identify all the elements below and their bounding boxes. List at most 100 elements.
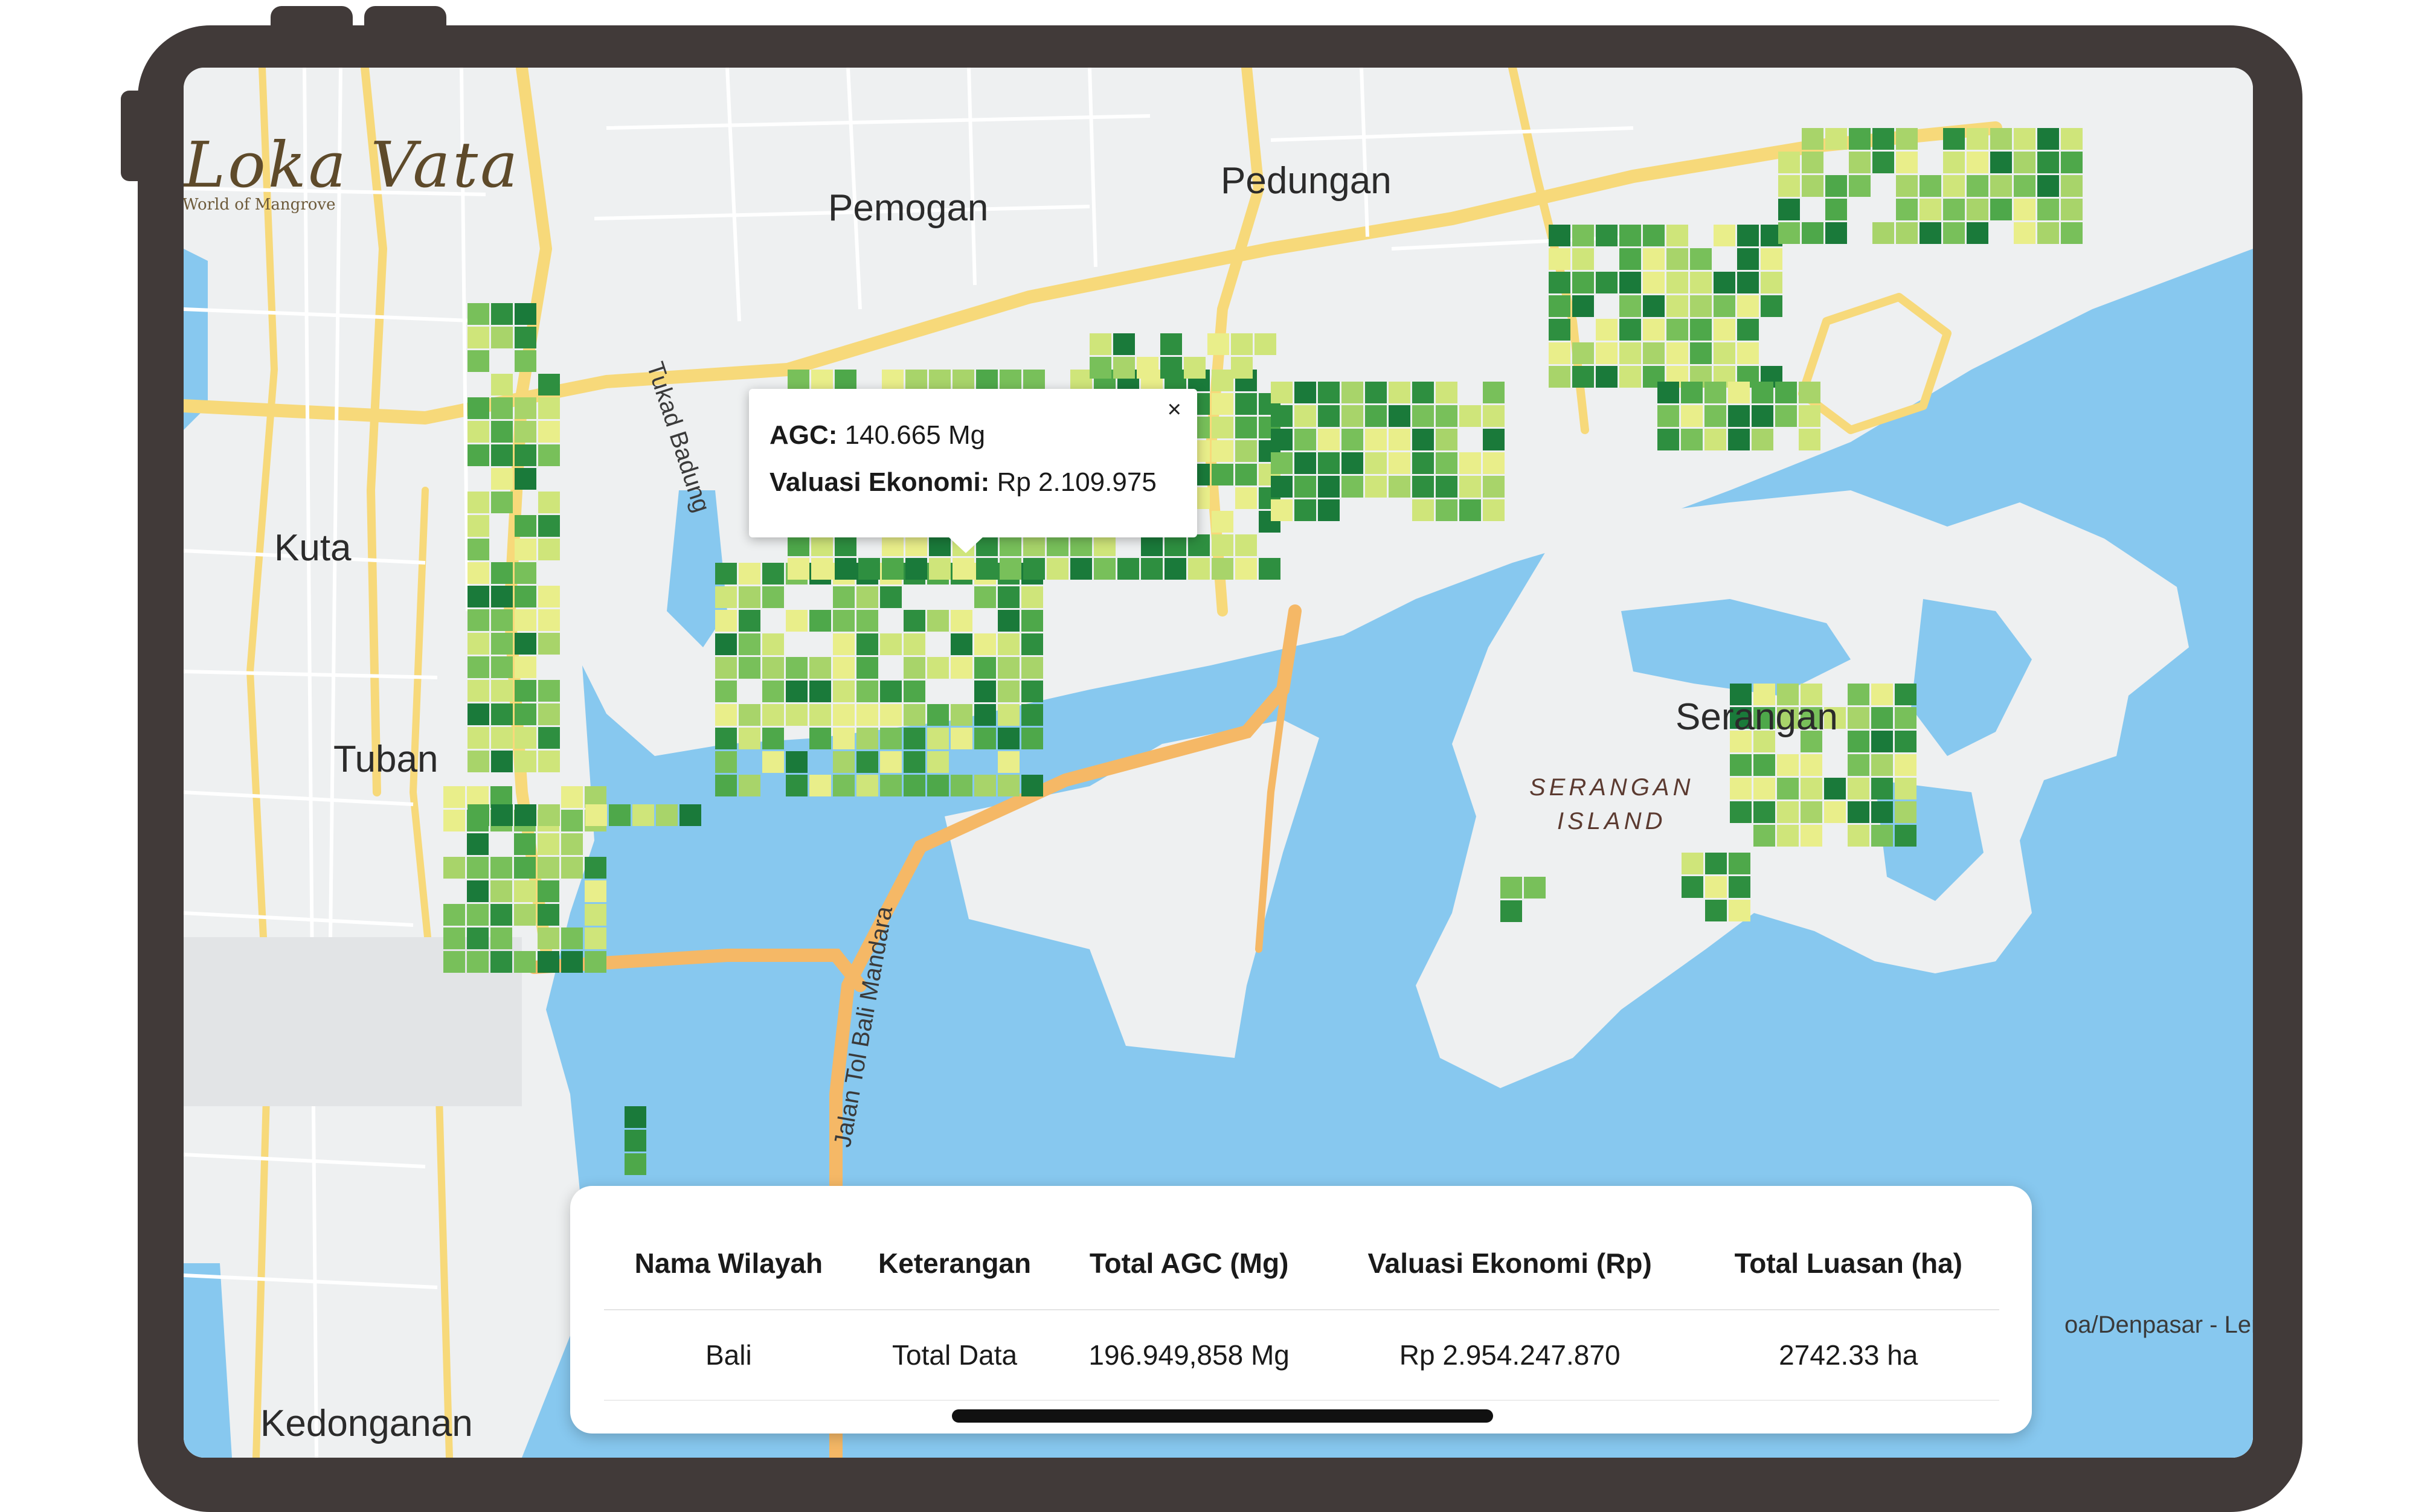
- grid-cell[interactable]: [1389, 382, 1410, 403]
- grid-cell[interactable]: [788, 370, 809, 391]
- grid-cell[interactable]: [809, 704, 831, 726]
- grid-cell[interactable]: [515, 633, 536, 655]
- grid-cell[interactable]: [1341, 429, 1363, 450]
- grid-cell[interactable]: [491, 327, 513, 348]
- grid-cell[interactable]: [1778, 199, 1800, 220]
- grid-cell[interactable]: [443, 951, 465, 973]
- grid-cell[interactable]: [514, 833, 536, 855]
- grid-cell[interactable]: [1341, 476, 1363, 498]
- grid-cell[interactable]: [904, 657, 925, 679]
- grid-cell[interactable]: [951, 633, 972, 655]
- grid-cell[interactable]: [1871, 754, 1893, 776]
- grid-cell[interactable]: [880, 728, 902, 749]
- grid-cell[interactable]: [491, 727, 513, 749]
- grid-cell[interactable]: [1524, 877, 1546, 899]
- grid-cell[interactable]: [1436, 499, 1457, 521]
- grid-cell[interactable]: [538, 397, 560, 419]
- grid-cell[interactable]: [515, 444, 536, 466]
- grid-cell[interactable]: [1848, 778, 1869, 799]
- grid-cell[interactable]: [1666, 272, 1688, 293]
- grid-cell[interactable]: [515, 515, 536, 537]
- grid-cell[interactable]: [2014, 199, 2035, 220]
- grid-cell[interactable]: [467, 857, 489, 879]
- grid-cell[interactable]: [1212, 464, 1233, 485]
- grid-cell[interactable]: [2037, 222, 2059, 244]
- grid-cell[interactable]: [561, 857, 583, 879]
- grid-cell[interactable]: [491, 586, 513, 607]
- grid-cell[interactable]: [904, 610, 925, 632]
- grid-cell[interactable]: [1294, 452, 1316, 474]
- grid-cell[interactable]: [762, 704, 784, 726]
- grid-cell[interactable]: [833, 728, 855, 749]
- grid-cell[interactable]: [1666, 295, 1688, 317]
- grid-cell[interactable]: [1294, 429, 1316, 450]
- grid-cell[interactable]: [1021, 657, 1043, 679]
- grid-cell[interactable]: [1572, 225, 1594, 246]
- grid-cell[interactable]: [1165, 534, 1186, 556]
- grid-cell[interactable]: [1619, 272, 1641, 293]
- grid-cell[interactable]: [538, 751, 560, 772]
- grid-cell[interactable]: [809, 775, 831, 796]
- grid-cell[interactable]: [951, 657, 972, 679]
- grid-cell[interactable]: [1666, 225, 1688, 246]
- grid-cell[interactable]: [715, 751, 737, 773]
- grid-cell[interactable]: [467, 421, 489, 443]
- grid-cell[interactable]: [1714, 272, 1735, 293]
- grid-cell[interactable]: [1825, 199, 1847, 220]
- grid-cell[interactable]: [467, 327, 489, 348]
- grid-cell[interactable]: [998, 728, 1020, 749]
- grid-cell[interactable]: [1728, 382, 1750, 403]
- grid-cell[interactable]: [762, 681, 784, 702]
- grid-cell[interactable]: [1500, 900, 1522, 922]
- grid-cell[interactable]: [2061, 175, 2083, 197]
- grid-cell[interactable]: [998, 633, 1020, 655]
- grid-cell[interactable]: [467, 350, 489, 372]
- grid-cell[interactable]: [1990, 175, 2012, 197]
- grid-cell[interactable]: [1235, 464, 1257, 485]
- grid-cell[interactable]: [880, 751, 902, 773]
- grid-cell[interactable]: [1255, 333, 1276, 355]
- grid-cell[interactable]: [2014, 128, 2035, 150]
- grid-cell[interactable]: [1070, 534, 1092, 556]
- grid-cell[interactable]: [1895, 684, 1916, 705]
- grid-cell[interactable]: [467, 751, 489, 772]
- grid-cell[interactable]: [1967, 152, 1988, 173]
- grid-cell[interactable]: [856, 586, 878, 608]
- grid-cell[interactable]: [1895, 754, 1916, 776]
- grid-cell[interactable]: [538, 444, 560, 466]
- grid-cell[interactable]: [538, 515, 560, 537]
- grid-cell[interactable]: [491, 703, 513, 725]
- grid-cell[interactable]: [809, 610, 831, 632]
- grid-cell[interactable]: [1895, 731, 1916, 752]
- grid-cell[interactable]: [1412, 499, 1434, 521]
- grid-cell[interactable]: [1705, 876, 1727, 898]
- grid-cell[interactable]: [1021, 704, 1043, 726]
- table-row[interactable]: Bali Total Data 196.949,858 Mg Rp 2.954.…: [604, 1310, 1999, 1401]
- grid-cell[interactable]: [1619, 295, 1641, 317]
- grid-cell[interactable]: [538, 421, 560, 443]
- grid-cell[interactable]: [1094, 558, 1116, 580]
- grid-cell[interactable]: [739, 704, 760, 726]
- grid-cell[interactable]: [856, 751, 878, 773]
- grid-cell[interactable]: [715, 657, 737, 679]
- grid-cell[interactable]: [880, 633, 902, 655]
- grid-cell[interactable]: [953, 370, 974, 391]
- grid-cell[interactable]: [1943, 222, 1965, 244]
- grid-cell[interactable]: [1389, 476, 1410, 498]
- grid-cell[interactable]: [585, 857, 606, 879]
- grid-cell[interactable]: [1967, 199, 1988, 220]
- grid-cell[interactable]: [561, 951, 583, 973]
- grid-cell[interactable]: [1690, 272, 1712, 293]
- grid-cell[interactable]: [856, 728, 878, 749]
- grid-cell[interactable]: [515, 397, 536, 419]
- grid-cell[interactable]: [1070, 558, 1092, 580]
- grid-cell[interactable]: [1549, 272, 1570, 293]
- grid-cell[interactable]: [1643, 342, 1665, 364]
- grid-cell[interactable]: [904, 681, 925, 702]
- grid-cell[interactable]: [974, 681, 996, 702]
- grid-cell[interactable]: [1775, 405, 1797, 427]
- grid-cell[interactable]: [1990, 152, 2012, 173]
- grid-cell[interactable]: [1619, 366, 1641, 388]
- grid-cell[interactable]: [490, 951, 512, 973]
- grid-cell[interactable]: [951, 775, 972, 796]
